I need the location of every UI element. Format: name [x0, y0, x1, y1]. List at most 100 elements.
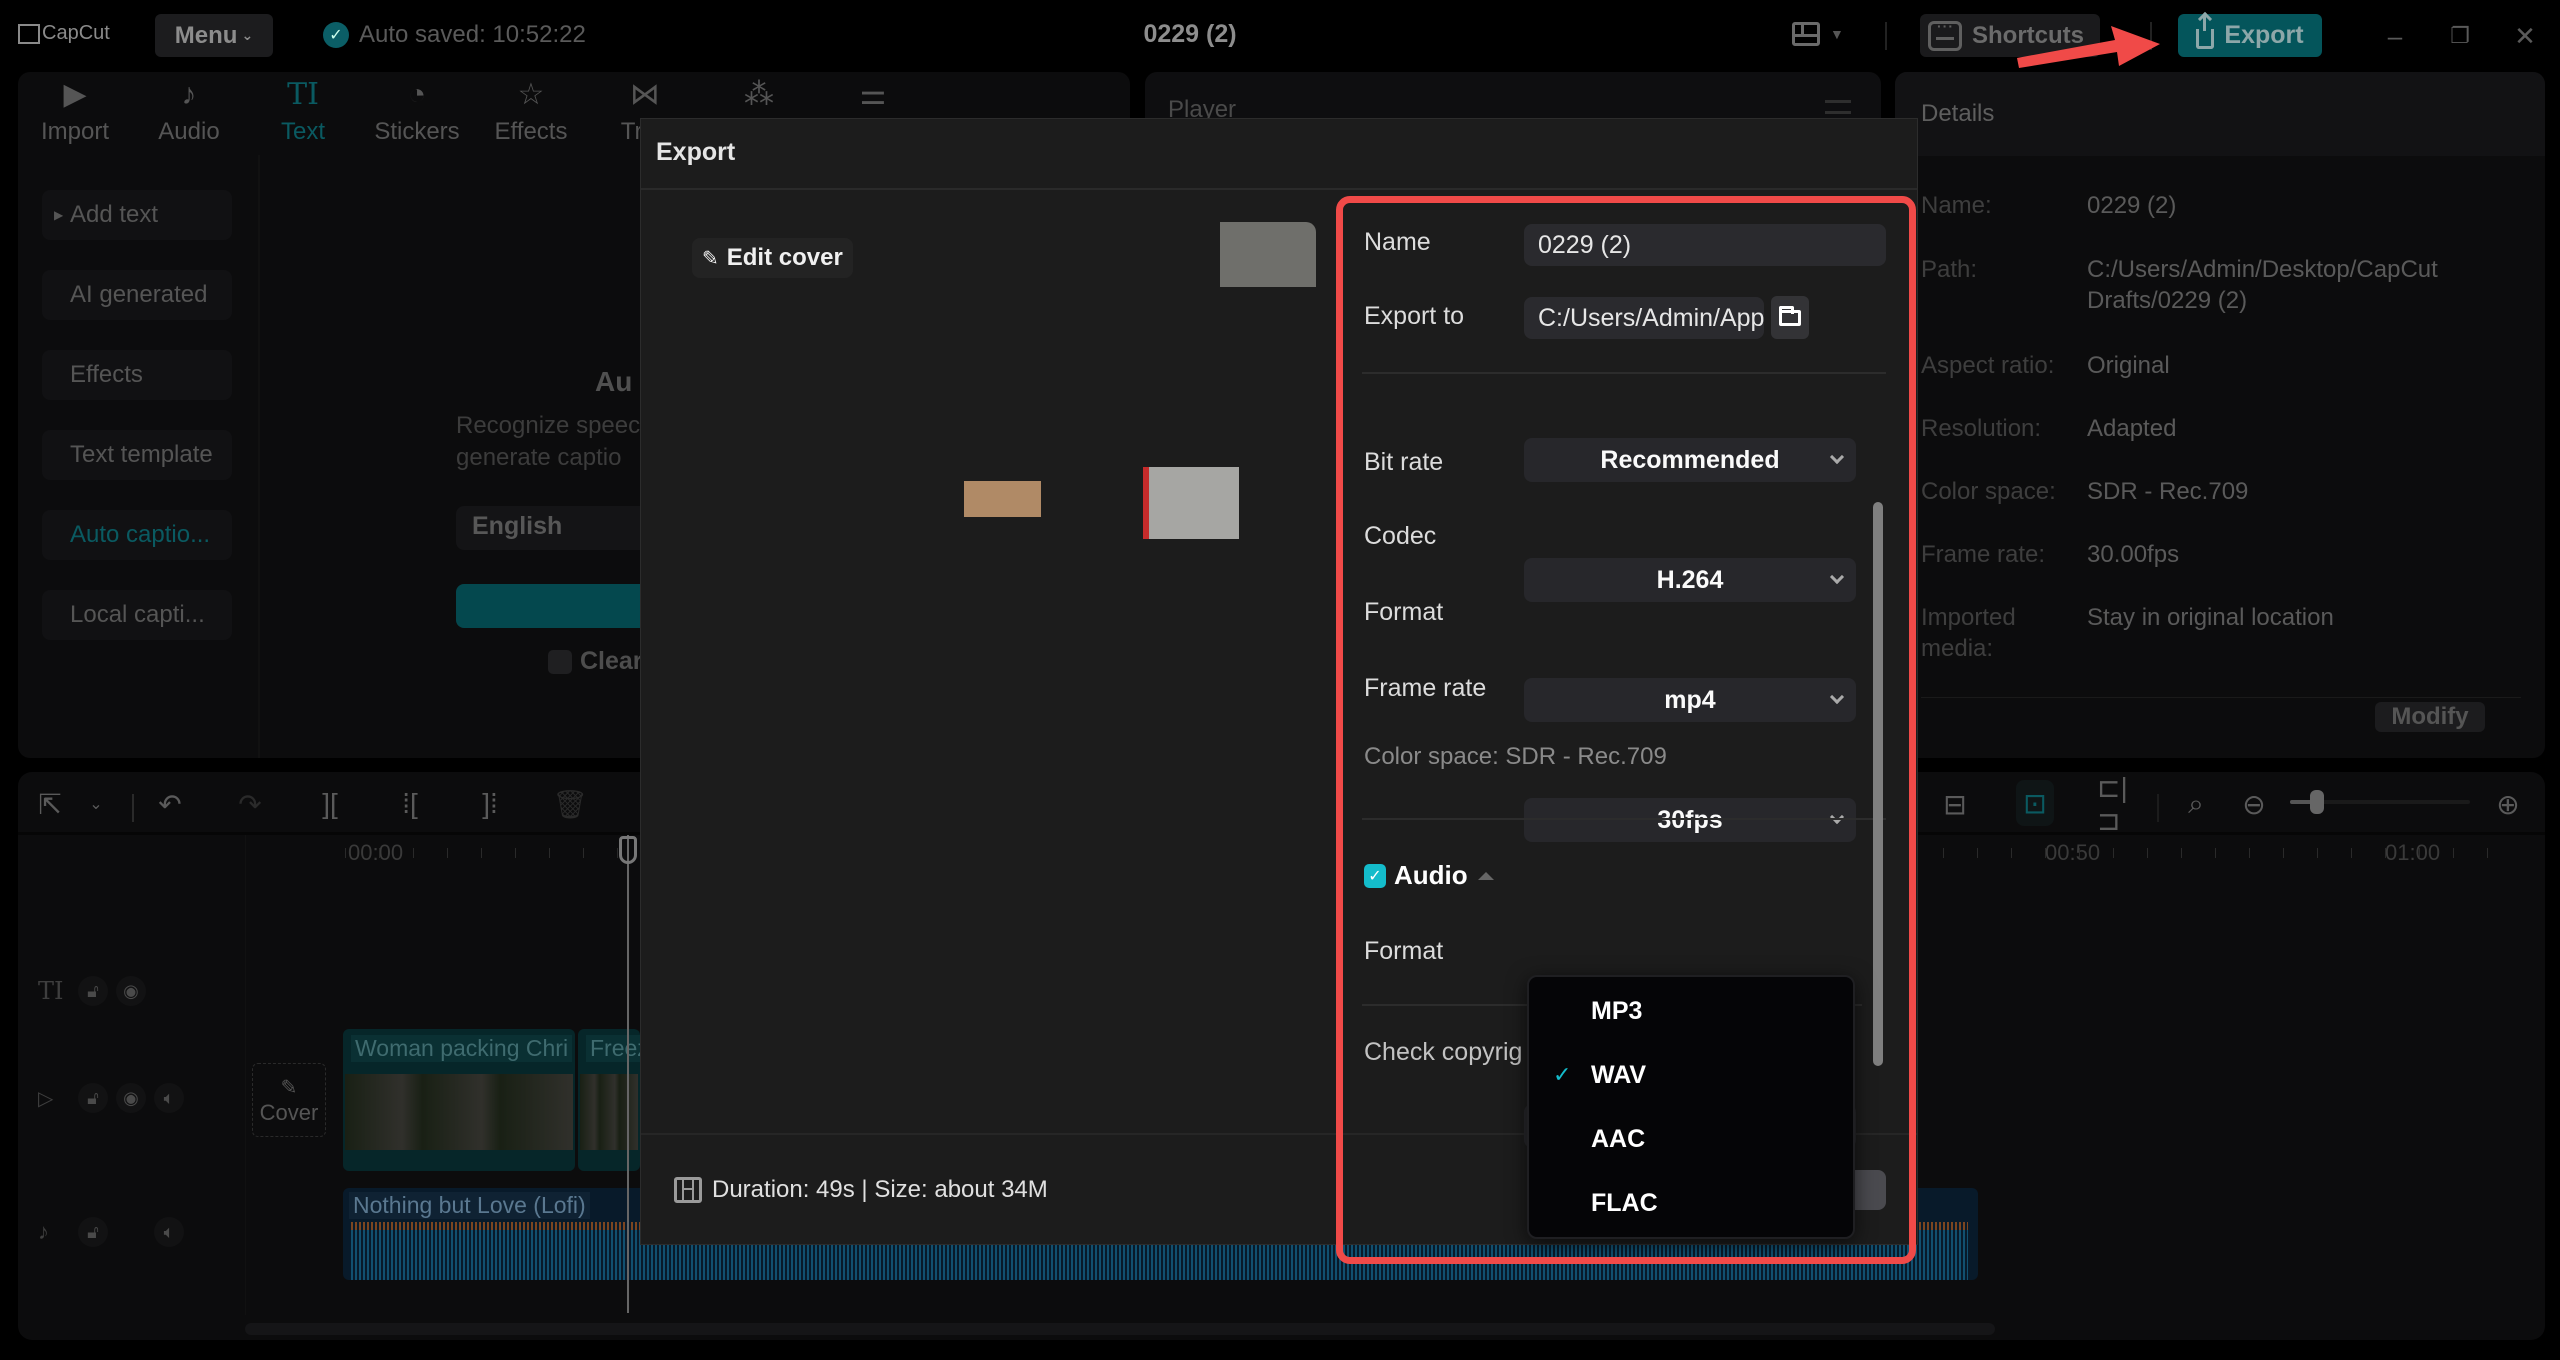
detail-key: Frame rate:: [1921, 541, 2046, 568]
detail-value: Original: [2087, 352, 2170, 379]
audio-track-icon: ♪: [38, 1219, 49, 1244]
tab-stickers[interactable]: ◔ Stickers: [360, 78, 474, 158]
bit-rate-select[interactable]: Recommended: [1524, 438, 1856, 482]
tab-label: Import: [40, 118, 109, 145]
video-track-header: ▷ 🔓︎ ◉ 🔈︎: [38, 1083, 184, 1113]
auto-snap-icon[interactable]: ⊟: [1937, 786, 1973, 822]
dialog-title: Export: [656, 138, 736, 166]
split-align-icon[interactable]: ⊏|⊐: [2097, 772, 2133, 836]
video-clip[interactable]: Woman packing Chri: [343, 1029, 575, 1171]
autosave-text: Auto saved: 10:52:22: [359, 21, 586, 48]
checkbox[interactable]: [548, 649, 572, 674]
chevron-down-icon[interactable]: ⌄: [78, 786, 114, 822]
volume-icon[interactable]: 🔈︎: [154, 1083, 184, 1113]
audio-format-dropdown: MP3 ✓ WAV AAC FLAC: [1527, 975, 1855, 1239]
divider: [1362, 372, 1886, 374]
trim-right-icon[interactable]: ]⁞: [472, 786, 508, 822]
ruler-tick: [2487, 848, 2488, 858]
eye-icon[interactable]: ◉: [116, 976, 146, 1006]
menu-button[interactable]: Menu ⌄: [155, 14, 273, 57]
auto-captions-title: Au: [595, 366, 633, 397]
codec-value: H.264: [1656, 565, 1724, 594]
dropdown-option-aac[interactable]: AAC: [1529, 1117, 1853, 1161]
lock-icon[interactable]: 🔓︎: [78, 976, 108, 1006]
gift-box: [1143, 466, 1240, 539]
codec-label: Codec: [1364, 522, 1437, 550]
dropdown-option-mp3[interactable]: MP3: [1529, 989, 1853, 1033]
minimize-button[interactable]: –: [2377, 18, 2413, 54]
ruler-tick: [447, 848, 448, 858]
film-icon: [674, 1177, 702, 1203]
tab-import[interactable]: ▶ Import: [18, 78, 132, 158]
select-tool-icon[interactable]: ⇱: [32, 786, 68, 822]
ruler-tick: [2317, 848, 2318, 858]
sidebar-item[interactable]: Text template: [42, 430, 232, 480]
export-button[interactable]: Export: [2178, 14, 2322, 57]
frame-rate-select[interactable]: 30fps: [1524, 798, 1856, 842]
dropdown-option-flac[interactable]: FLAC: [1529, 1181, 1853, 1225]
export-path-input[interactable]: C:/Users/Admin/App...: [1524, 297, 1764, 339]
browse-folder-button[interactable]: [1771, 296, 1809, 339]
filters-icon: ⁂: [744, 78, 774, 111]
edit-cover-button[interactable]: ✎ Edit cover: [692, 238, 853, 278]
divider: [2157, 794, 2159, 822]
modify-button[interactable]: Modify: [2375, 702, 2485, 732]
audio-track-header: ♪ 🔓︎ 🔈︎: [38, 1217, 184, 1247]
video-clip[interactable]: Freez: [578, 1029, 640, 1171]
ruler-tick: [2079, 848, 2080, 858]
ruler-tick: [379, 848, 380, 858]
restore-button[interactable]: ❐: [2442, 18, 2478, 54]
link-clips-icon[interactable]: ⊡: [2016, 780, 2054, 826]
sidebar-item[interactable]: Auto captio...: [42, 510, 232, 560]
tab-text[interactable]: TI Text: [246, 78, 360, 158]
detail-key: Resolution:: [1921, 415, 2042, 442]
trim-left-icon[interactable]: ⁞[: [392, 786, 428, 822]
lock-icon[interactable]: 🔓︎: [78, 1217, 108, 1247]
zoom-to-fit-icon[interactable]: ⌕: [2178, 786, 2214, 822]
lock-icon[interactable]: 🔓︎: [78, 1083, 108, 1113]
clip-thumbnails: [345, 1074, 573, 1150]
sidebar-item-label: Auto captio...: [70, 521, 211, 548]
ruler-tick: [549, 848, 550, 858]
audio-checkbox[interactable]: ✓: [1364, 863, 1386, 888]
frame-rate-label: Frame rate: [1364, 674, 1487, 702]
zoom-in-icon[interactable]: ⊕: [2490, 786, 2526, 822]
playhead[interactable]: [627, 835, 629, 1313]
volume-icon[interactable]: 🔈︎: [154, 1217, 184, 1247]
ruler-label: 01:00: [2385, 840, 2441, 865]
caret-down-icon: ▼: [1830, 26, 1844, 42]
sidebar-item[interactable]: Local capti...: [42, 590, 232, 640]
tab-audio[interactable]: ♪ Audio: [132, 78, 246, 158]
timeline-scrollbar[interactable]: [245, 1323, 1995, 1335]
name-input[interactable]: 0229 (2): [1524, 224, 1886, 266]
bit-rate-value: Recommended: [1600, 445, 1780, 474]
language-select[interactable]: English: [456, 506, 640, 550]
zoom-out-icon[interactable]: ⊖: [2236, 786, 2272, 822]
split-icon[interactable]: ][: [312, 786, 348, 822]
format-select[interactable]: mp4: [1524, 678, 1856, 722]
tab-effects[interactable]: ☆ Effects: [474, 78, 588, 158]
share-icon: [2196, 14, 2215, 49]
audio-section-toggle[interactable]: ✓ Audio: [1364, 860, 1494, 891]
ruler-tick: [481, 848, 482, 858]
close-button[interactable]: ✕: [2507, 18, 2543, 54]
playhead-handle[interactable]: [619, 836, 637, 864]
picture-frame: [1220, 222, 1316, 287]
menu-icon[interactable]: [1825, 100, 1851, 114]
codec-select[interactable]: H.264: [1524, 558, 1856, 602]
eye-icon[interactable]: ◉: [116, 1083, 146, 1113]
layout-button[interactable]: ▼: [1792, 22, 1844, 46]
cover-button[interactable]: ✎ Cover: [252, 1063, 326, 1137]
sidebar-item[interactable]: ▶ Add text: [42, 190, 232, 240]
generate-button[interactable]: [456, 584, 640, 628]
sidebar-item[interactable]: AI generated: [42, 270, 232, 320]
sidebar-item[interactable]: Effects: [42, 350, 232, 400]
ruler-tick: [2181, 848, 2182, 858]
clear-captions-checkbox[interactable]: Clear: [548, 647, 643, 676]
undo-icon[interactable]: ↶: [152, 786, 188, 822]
dropdown-option-wav[interactable]: ✓ WAV: [1529, 1053, 1853, 1097]
export-confirm-button[interactable]: [1850, 1170, 1886, 1210]
collapse-icon[interactable]: [1477, 871, 1494, 880]
zoom-slider-thumb[interactable]: [2310, 790, 2324, 814]
settings-scrollbar[interactable]: [1873, 502, 1883, 1066]
